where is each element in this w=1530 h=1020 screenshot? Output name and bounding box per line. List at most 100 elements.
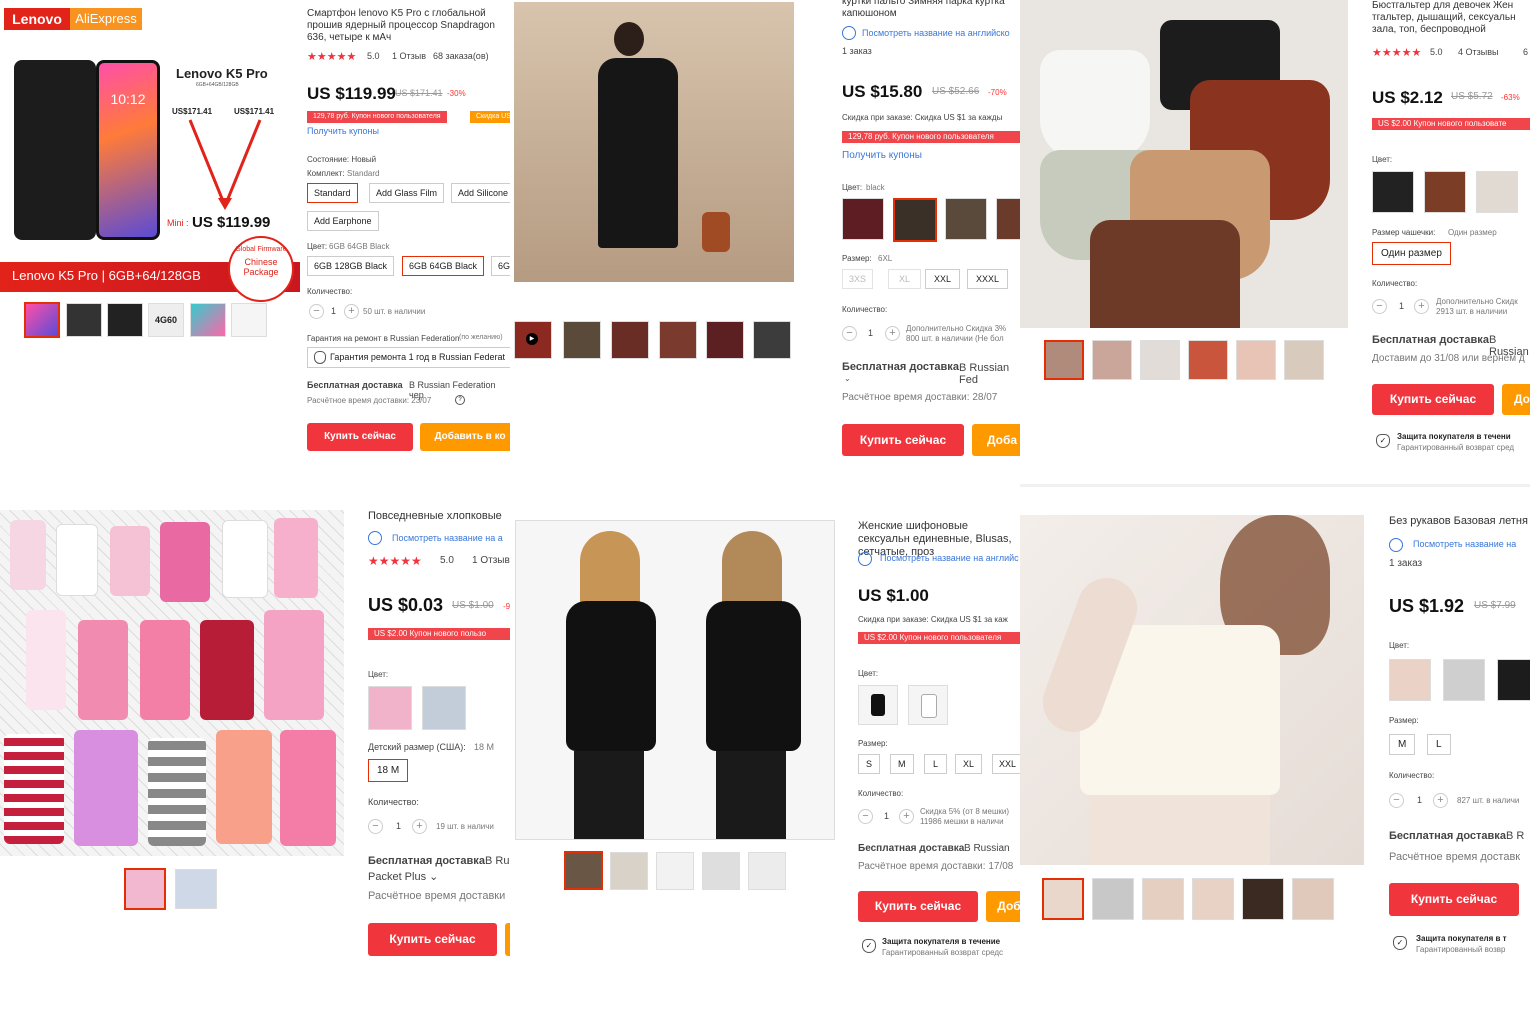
reviews-count[interactable]: 1 Отзыв <box>392 51 426 61</box>
quantity-value[interactable]: 1 <box>1399 301 1404 311</box>
see-english-title-link[interactable]: Посмотреть название на а <box>392 533 503 543</box>
quantity-increase-button[interactable]: + <box>885 326 900 341</box>
thumbnail-5[interactable] <box>748 852 786 890</box>
thumbnail-1[interactable] <box>24 302 60 338</box>
add-to-cart-button[interactable]: Доб <box>986 891 1020 922</box>
size-option-xxl[interactable]: XXL <box>992 754 1020 774</box>
thumbnail-1[interactable] <box>124 868 166 910</box>
size-option-xxxl[interactable]: XXXL <box>967 269 1009 289</box>
size-option-m[interactable]: M <box>1389 734 1416 755</box>
coupon-banner[interactable]: 129,78 руб. Купон нового пользователя <box>842 131 1020 143</box>
thumbnail-4[interactable] <box>1188 340 1228 380</box>
quantity-value[interactable]: 1 <box>1417 795 1422 805</box>
see-english-title-link[interactable]: Посмотреть название на английско <box>862 28 1010 38</box>
thumbnail-4[interactable] <box>702 852 740 890</box>
get-coupons-link[interactable]: Получить купоны <box>307 126 379 136</box>
thumbnail-2[interactable] <box>610 852 648 890</box>
quantity-increase-button[interactable]: + <box>1433 793 1448 808</box>
warranty-option[interactable]: Гарантия ремонта 1 год в Russian Federat <box>307 347 510 368</box>
thumbnail-4[interactable] <box>1192 878 1234 920</box>
coupon-banner[interactable]: 129,78 руб. Купон нового пользователя <box>307 111 447 123</box>
thumbnail-2[interactable] <box>1092 340 1132 380</box>
size-option-m[interactable]: M <box>890 754 914 774</box>
color-swatch-1[interactable] <box>1389 659 1431 701</box>
thumbnail-3[interactable] <box>611 321 649 359</box>
thumbnail-3[interactable] <box>107 303 143 337</box>
thumbnail-5[interactable] <box>190 303 226 337</box>
thumbnail-3[interactable] <box>1140 340 1180 380</box>
coupon-banner[interactable]: US $2.00 Купон нового пользовате <box>1372 118 1530 130</box>
kit-option-glass-film[interactable]: Add Glass Film <box>369 183 445 203</box>
quantity-decrease-button[interactable]: − <box>1389 793 1404 808</box>
buy-now-button[interactable]: Купить сейчас <box>842 424 964 456</box>
color-swatch-3[interactable] <box>1497 659 1530 701</box>
size-option-s[interactable]: S <box>858 754 881 774</box>
quantity-value[interactable]: 1 <box>868 328 873 338</box>
color-swatch-3[interactable] <box>1476 171 1518 213</box>
kit-option-silicone[interactable]: Add Silicone <box>451 183 510 203</box>
thumbnail-1[interactable] <box>564 851 603 890</box>
thumbnail-5[interactable] <box>706 321 744 359</box>
quantity-decrease-button[interactable]: − <box>858 809 873 824</box>
thumbnail-6[interactable] <box>1292 878 1334 920</box>
video-play-icon[interactable]: ▶ <box>526 333 538 345</box>
quantity-increase-button[interactable]: + <box>344 304 359 319</box>
info-icon[interactable]: ? <box>455 395 465 405</box>
thumbnail-6[interactable] <box>231 303 267 337</box>
thumbnail-1[interactable]: ▶ <box>514 321 552 359</box>
reviews-count[interactable]: 4 Отзывы <box>1458 47 1498 57</box>
thumbnail-5[interactable] <box>1236 340 1276 380</box>
quantity-value[interactable]: 1 <box>884 811 889 821</box>
color-swatch-3[interactable] <box>945 198 987 240</box>
add-to-cart-button[interactable]: Добавить в ко <box>420 423 510 451</box>
thumbnail-2[interactable] <box>175 869 217 909</box>
add-to-cart-button[interactable] <box>505 923 510 956</box>
quantity-decrease-button[interactable]: − <box>309 304 324 319</box>
see-english-title-link[interactable]: Посмотреть название на <box>1413 539 1516 549</box>
thumbnail-2[interactable] <box>563 321 601 359</box>
size-option-l[interactable]: L <box>924 754 948 774</box>
color-swatch-2[interactable] <box>893 198 937 242</box>
color-swatch-1[interactable] <box>368 686 412 730</box>
quantity-increase-button[interactable]: + <box>899 809 914 824</box>
size-option-3xs[interactable]: 3XS <box>842 269 874 289</box>
thumbnail-5[interactable] <box>1242 878 1284 920</box>
thumbnail-3[interactable] <box>656 852 694 890</box>
color-option-64gb[interactable]: 6GB 64GB Black <box>402 256 485 276</box>
thumbnail-1[interactable] <box>1042 878 1084 920</box>
coupon-banner-2[interactable]: Скидка US <box>470 111 510 123</box>
quantity-decrease-button[interactable]: − <box>368 819 383 834</box>
thumbnail-6[interactable] <box>753 321 791 359</box>
translate-icon[interactable] <box>842 26 856 40</box>
thumbnail-6[interactable] <box>1284 340 1324 380</box>
color-swatch-black[interactable] <box>858 685 898 725</box>
translate-icon[interactable] <box>858 552 872 566</box>
quantity-decrease-button[interactable]: − <box>842 326 857 341</box>
buy-now-button[interactable]: Купить сейчас <box>858 891 978 922</box>
translate-icon[interactable] <box>1389 538 1403 552</box>
coupon-banner[interactable]: US $2.00 Купон нового пользо <box>368 628 510 640</box>
quantity-value[interactable]: 1 <box>396 821 401 831</box>
translate-icon[interactable] <box>368 531 382 545</box>
color-swatch-white[interactable] <box>908 685 948 725</box>
see-english-title-link[interactable]: Посмотреть название на английс <box>880 553 1019 563</box>
thumbnail-1[interactable] <box>1044 340 1084 380</box>
size-option-l[interactable]: L <box>1427 734 1451 755</box>
color-option-more[interactable]: 6G <box>491 256 510 276</box>
quantity-increase-button[interactable]: + <box>1414 299 1429 314</box>
cup-size-option[interactable]: Один размер <box>1372 242 1451 265</box>
size-option-xl[interactable]: XL <box>888 269 922 289</box>
kit-option-earphone[interactable]: Add Earphone <box>307 211 379 231</box>
thumbnail-2[interactable] <box>1092 878 1134 920</box>
shipping-method[interactable]: Packet Plus ⌄ <box>368 870 438 883</box>
color-option-128gb[interactable]: 6GB 128GB Black <box>307 256 395 276</box>
get-coupons-link[interactable]: Получить купоны <box>842 150 922 161</box>
thumbnail-2[interactable] <box>66 303 102 337</box>
size-option-xl[interactable]: XL <box>955 754 983 774</box>
thumbnail-3[interactable] <box>1142 878 1184 920</box>
add-to-cart-button[interactable]: Доба <box>972 424 1020 456</box>
buy-now-button[interactable]: Купить сейчас <box>1389 883 1519 916</box>
quantity-value[interactable]: 1 <box>331 306 336 316</box>
kit-option-standard[interactable]: Standard <box>307 183 358 203</box>
color-swatch-2[interactable] <box>422 686 466 730</box>
